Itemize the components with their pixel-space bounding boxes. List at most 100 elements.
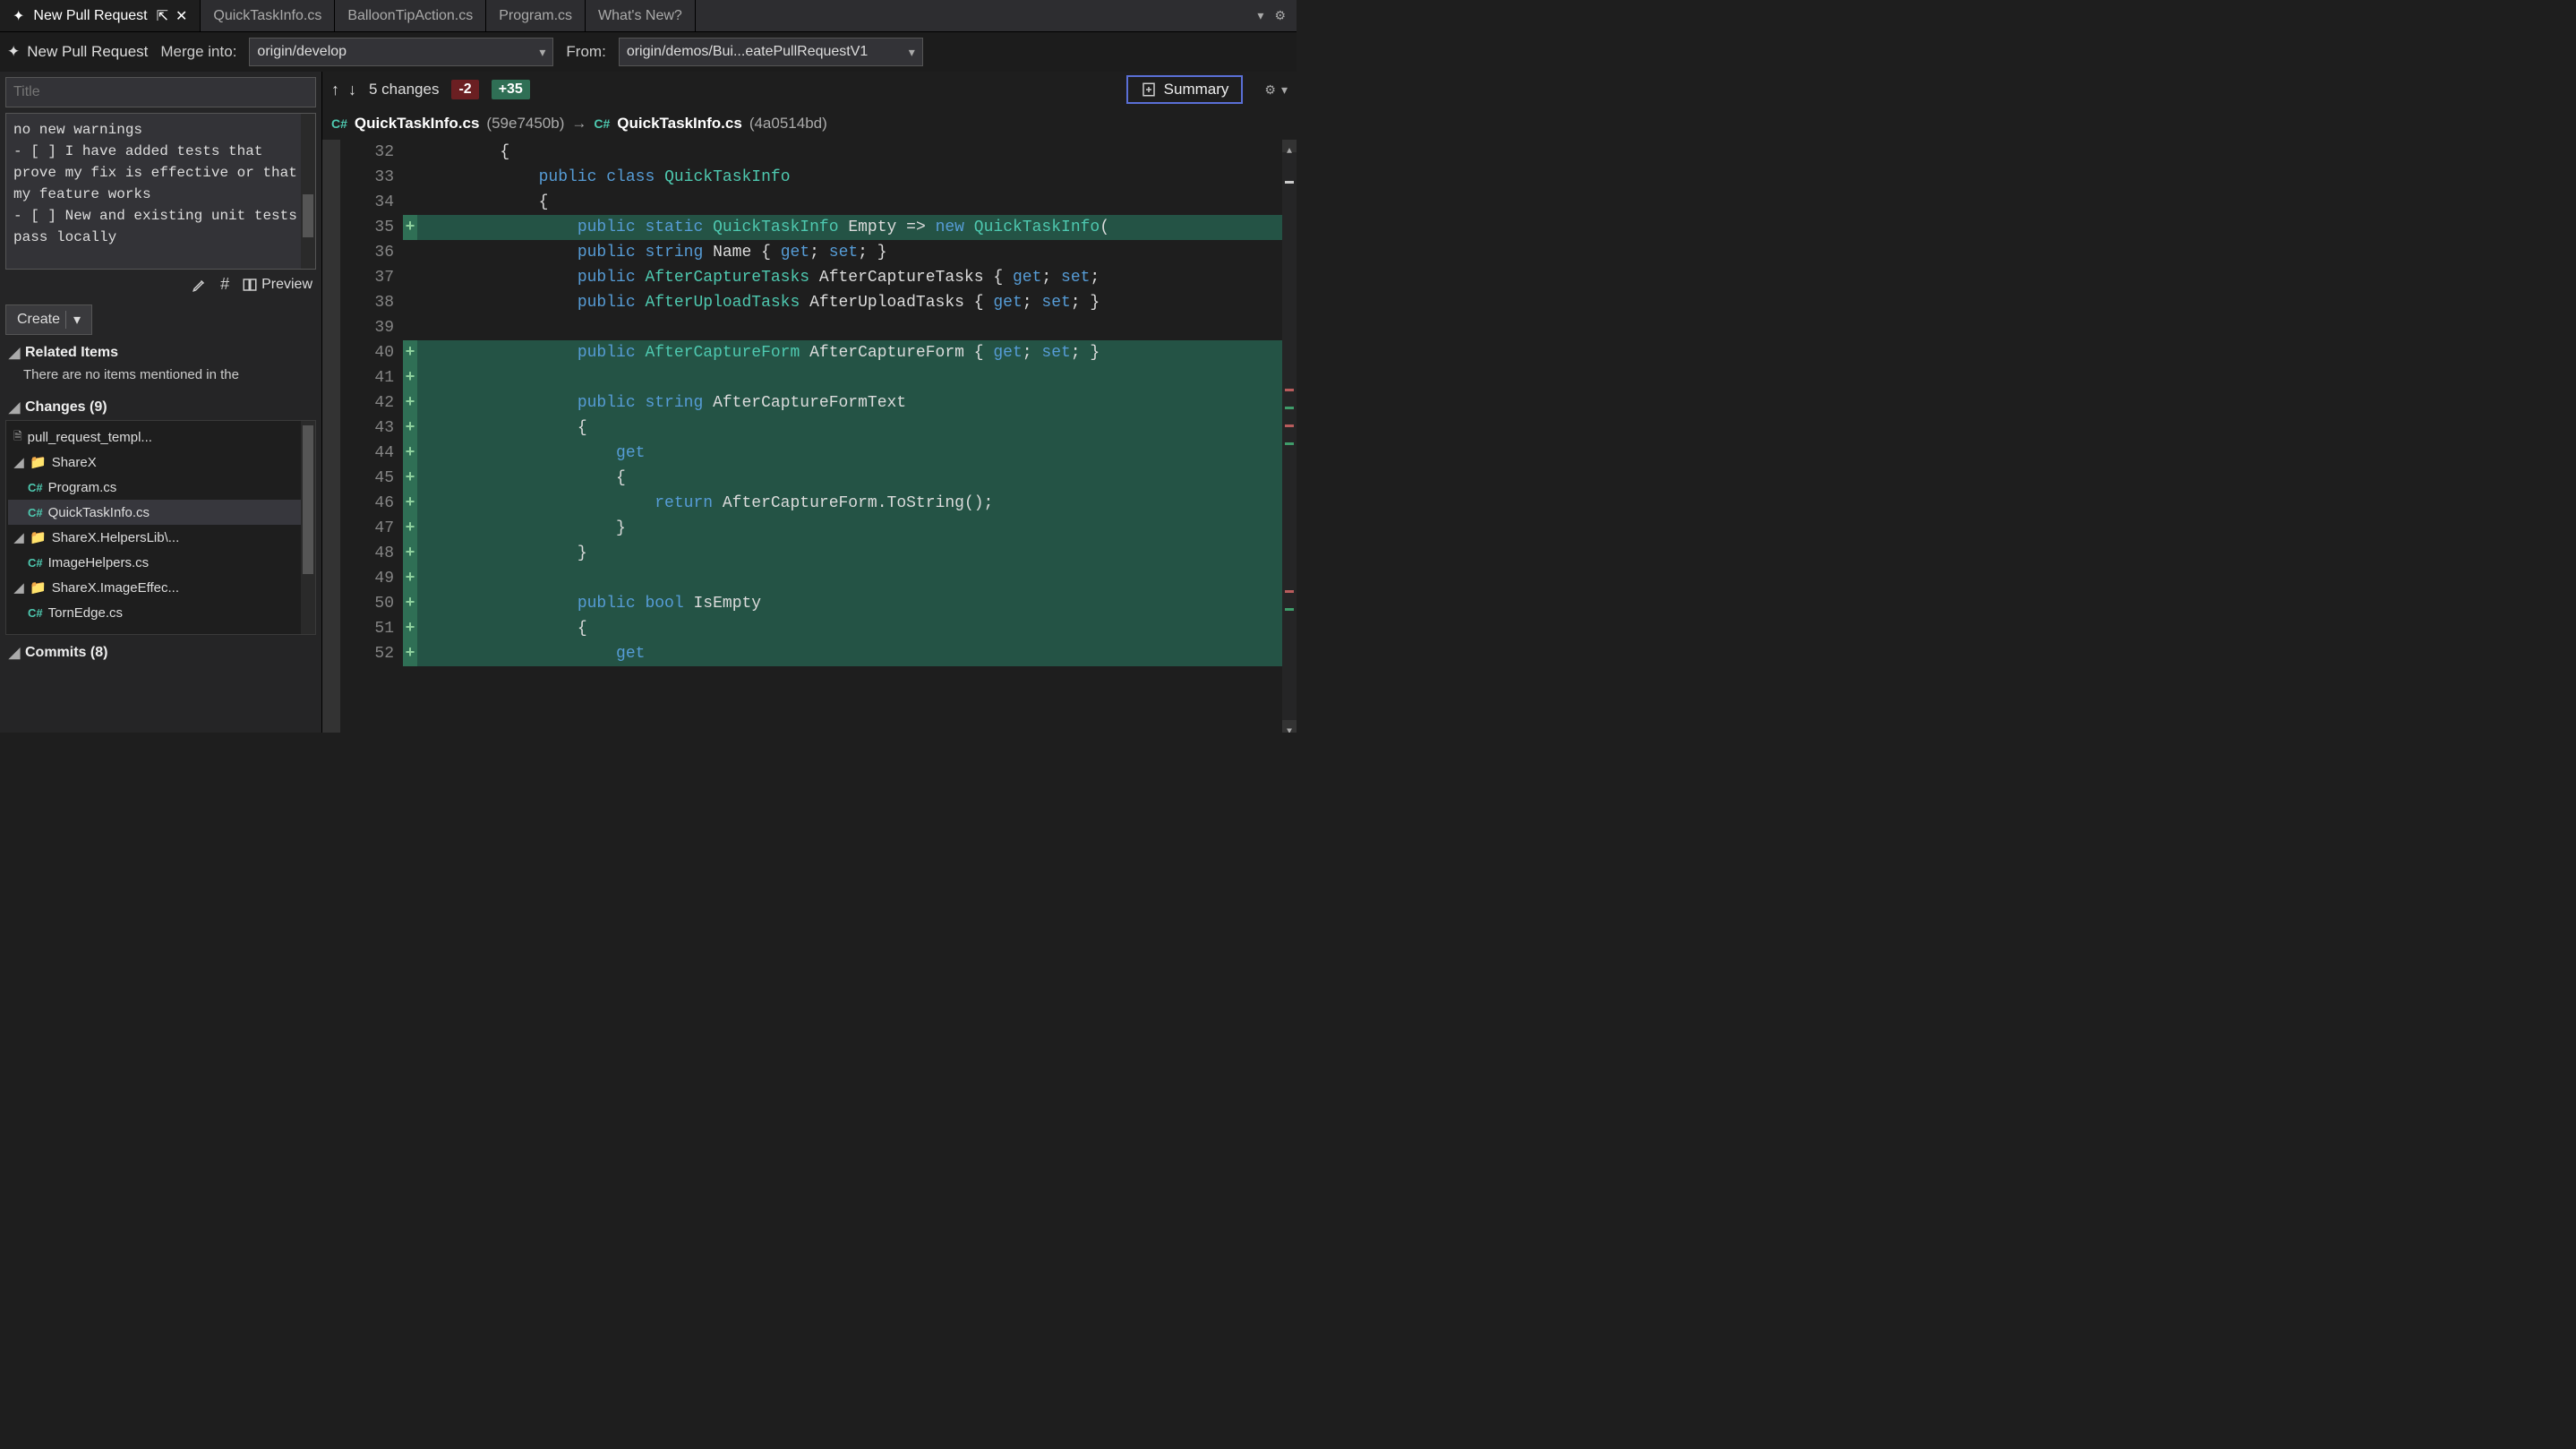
chevron-down-icon: ▾ [909,45,915,60]
csharp-icon: C# [28,506,43,519]
diff-marker-gutter: ++++++++++++++ [403,140,417,733]
preview-label: Preview [261,277,312,293]
changes-tree: 🗎 pull_request_templ... ◢ 📁 ShareX C# Program.… [5,420,316,635]
section-title: Commits (8) [25,645,107,661]
sparkle-icon: ✦ [13,7,24,25]
summary-button[interactable]: Summary [1126,75,1244,104]
pr-title-input[interactable] [5,77,316,107]
next-change-button[interactable]: ↓ [348,81,356,99]
tree-item-label: ShareX.HelpersLib\... [52,530,180,545]
diff-panel: ↑ ↓ 5 changes -2 +35 Summary ⚙ ▾ C# Quic… [322,72,1297,733]
section-title: Related Items [25,345,118,361]
create-button[interactable]: Create ▾ [5,304,92,335]
tab-label: New Pull Request [33,8,147,24]
pr-description-input[interactable] [6,114,315,266]
expand-icon: ◢ [13,529,24,545]
folder-icon: 📁 [30,454,47,470]
diff-header: ↑ ↓ 5 changes -2 +35 Summary ⚙ ▾ [322,72,1297,107]
tree-item[interactable]: ◢ 📁 ShareX [8,450,313,475]
tab-label: Program.cs [499,8,572,24]
deletions-badge: -2 [451,80,478,99]
merge-title: New Pull Request [27,43,148,61]
tree-item[interactable]: C# ImageHelpers.cs [8,550,313,575]
overview-ruler[interactable]: ▲ ▼ [1282,140,1297,733]
tree-item-label: ImageHelpers.cs [48,555,150,570]
csharp-icon: C# [28,606,43,620]
tree-item[interactable]: ◢ 📁 ShareX.HelpersLib\... [8,525,313,550]
file-compare-bar: C# QuickTaskInfo.cs (59e7450b) → C# Quic… [322,107,1297,140]
code-content[interactable]: { public class QuickTaskInfo { public st… [417,140,1297,733]
new-pr-icon: ✦ [7,43,20,61]
tree-item-label: ShareX.ImageEffec... [52,580,179,596]
chevron-down-icon[interactable]: ▾ [65,311,81,329]
expand-icon: ◢ [13,454,24,470]
tab-bar: ✦ New Pull Request ⇱ ✕ QuickTaskInfo.cs … [0,0,1297,32]
tree-item[interactable]: 🗎 pull_request_templ... [8,424,313,450]
prev-change-button[interactable]: ↑ [331,81,339,99]
edit-icon[interactable] [192,277,208,293]
scroll-down-icon[interactable]: ▼ [1282,720,1297,733]
tree-item[interactable]: C# TornEdge.cs [8,600,313,625]
csharp-icon: C# [28,556,43,570]
from-dropdown[interactable]: origin/demos/Bui...eatePullRequestV1 ▾ [619,38,923,66]
tree-item[interactable]: C# Program.cs [8,475,313,500]
expand-icon: ◢ [9,399,20,416]
tree-item[interactable]: ◢ 📁 ShareX.ImageEffec... [8,575,313,600]
chevron-down-icon: ▾ [539,45,545,60]
tab-new-pull-request[interactable]: ✦ New Pull Request ⇱ ✕ [0,0,201,31]
csharp-icon: C# [28,481,43,494]
folder-icon: 📁 [30,579,47,596]
pin-icon[interactable]: ⇱ [157,7,168,25]
tree-item[interactable]: C# QuickTaskInfo.cs [8,500,313,525]
breakpoint-gutter[interactable] [322,140,340,733]
settings-icon[interactable]: ⚙ [1264,82,1276,98]
tab-quicktaskinfo[interactable]: QuickTaskInfo.cs [201,0,335,31]
tab-program[interactable]: Program.cs [486,0,586,31]
arrow-icon: → [571,115,586,133]
related-items-empty: There are no items mentioned in the [5,365,316,390]
tree-item-label: ShareX [52,455,97,470]
scroll-up-icon[interactable]: ▲ [1282,140,1297,152]
csharp-icon: C# [331,116,347,131]
folder-icon: 📁 [30,529,47,545]
merge-bar: ✦ New Pull Request Merge into: origin/de… [0,32,1297,72]
changes-header[interactable]: ◢ Changes (9) [5,390,316,420]
tab-balloontipaction[interactable]: BalloonTipAction.cs [335,0,486,31]
right-file-name: QuickTaskInfo.cs [617,115,742,133]
merge-into-value: origin/develop [257,44,347,60]
close-icon[interactable]: ✕ [175,7,187,25]
related-items-header[interactable]: ◢ Related Items [5,335,316,365]
additions-badge: +35 [492,80,530,99]
line-number-gutter: 3233343536373839404142434445464748495051… [340,140,403,733]
tab-label: BalloonTipAction.cs [347,8,473,24]
merge-into-label: Merge into: [160,43,236,61]
expand-icon: ◢ [13,579,24,596]
tab-whats-new[interactable]: What's New? [586,0,696,31]
scrollbar[interactable] [301,421,315,634]
tree-item-label: Program.cs [48,480,117,495]
left-file-hash: (59e7450b) [486,115,564,133]
gear-icon[interactable]: ⚙ [1274,8,1286,23]
tree-item-label: pull_request_templ... [28,430,152,445]
scrollbar[interactable] [301,114,315,269]
preview-toggle[interactable]: Preview [242,277,312,293]
pr-side-panel: # Preview Create ▾ ◢ Related Items There… [0,72,322,733]
changes-count: 5 changes [369,81,439,99]
commits-header[interactable]: ◢ Commits (8) [5,635,316,665]
chevron-down-icon[interactable]: ▾ [1257,8,1263,23]
file-icon: 🗎 [13,428,22,447]
right-file-hash: (4a0514bd) [749,115,827,133]
tree-item-label: TornEdge.cs [48,605,123,621]
tab-label: What's New? [598,8,682,24]
from-value: origin/demos/Bui...eatePullRequestV1 [627,44,869,60]
merge-into-dropdown[interactable]: origin/develop ▾ [249,38,553,66]
hash-icon[interactable]: # [220,275,229,294]
from-label: From: [566,43,605,61]
code-editor[interactable]: 3233343536373839404142434445464748495051… [322,140,1297,733]
csharp-icon: C# [594,116,610,131]
tree-item-label: QuickTaskInfo.cs [48,505,150,520]
expand-icon: ◢ [9,344,20,362]
expand-icon: ◢ [9,644,20,662]
chevron-down-icon[interactable]: ▾ [1281,82,1288,98]
summary-label: Summary [1164,81,1229,99]
